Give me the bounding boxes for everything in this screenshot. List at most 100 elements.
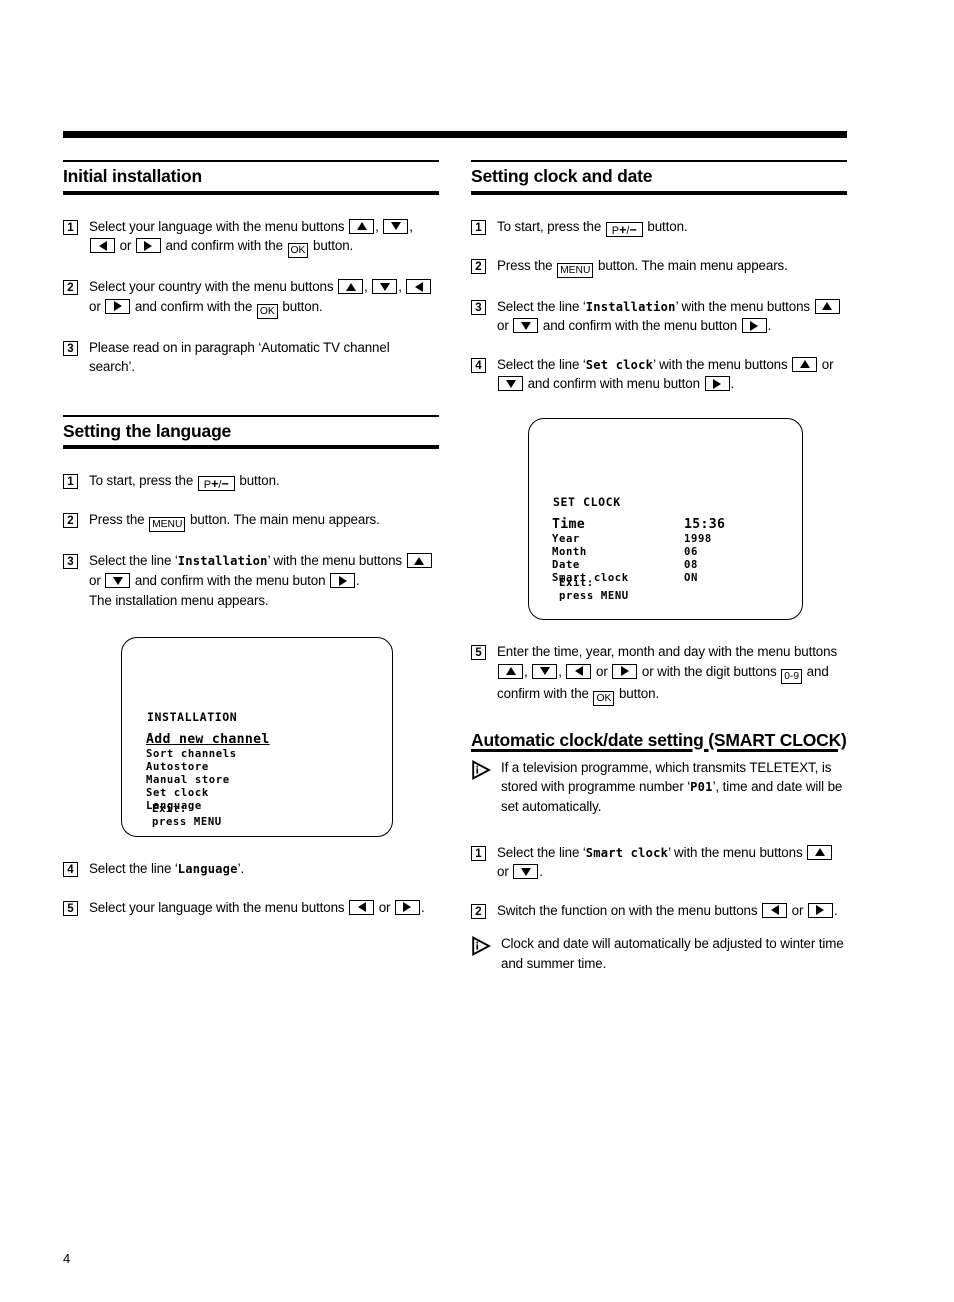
p-plus-minus-key-icon[interactable]: P+/− [605,221,643,237]
arrow-down-key-icon[interactable] [532,663,558,679]
osd-menu-item-highlighted[interactable]: Add new channel [146,732,270,748]
body-text-run: Select the line ‘ [497,298,586,314]
arrow-up-key-icon[interactable] [792,356,818,372]
body-text-run: , [398,279,406,295]
menu-key-icon[interactable]: MENU [557,262,594,278]
info-note: Clock and date will automatically be adj… [471,934,847,973]
osd-clock-row[interactable]: Month 06 [552,546,725,559]
osd-clock-row-label: Month [552,546,587,559]
step-number-badge: 3 [63,340,78,356]
arrow-left-key-icon[interactable] [566,663,592,679]
note-text: Clock and date will automatically be adj… [501,934,847,973]
arrow-right-key-icon[interactable] [741,318,767,334]
body-text-run: Select the line ‘ [497,356,586,372]
arrow-down-key-icon[interactable] [513,864,539,880]
arrow-down-key-icon[interactable] [105,573,131,589]
body-text-run: Press the [497,257,557,273]
body-text-run: button. [309,238,354,254]
body-text-run: Select your country with the menu button… [89,279,338,295]
arrow-down-key-icon[interactable] [372,279,398,295]
body-text-run: or [818,356,834,372]
step-number-badge: 2 [63,280,78,296]
osd-menu-item-label: Set clock [146,787,209,800]
arrow-right-key-icon[interactable] [807,902,833,918]
digit-keys-icon[interactable]: 0-9 [781,668,803,684]
arrow-left-key-icon[interactable] [406,279,432,295]
ok-key-icon[interactable]: OK [256,303,278,319]
arrow-left-key-icon[interactable] [762,902,788,918]
osd-menu-item-label: Sort channels [146,748,237,761]
body-text-run: button. [278,298,323,314]
osd-menu-item[interactable]: Set clock [146,787,270,800]
step-text: Press the MENU button. The main menu app… [497,256,847,278]
step-number-badge: 1 [63,219,78,235]
arrow-up-key-icon[interactable] [807,844,833,860]
arrow-up-key-icon[interactable] [498,663,523,679]
osd-clock-row-value: 06 [684,546,698,559]
osd-menu-item[interactable]: Autostore [146,761,270,774]
triangle-glyph [414,556,425,565]
body-text-run: , [558,663,566,679]
osd-clock-row[interactable]: Year 1998 [552,533,725,546]
triangle-glyph [414,281,423,292]
step-text: Enter the time, year, month and day with… [497,642,847,706]
arrow-left-key-icon[interactable] [349,899,375,915]
numbered-step: 3 Select the line ‘Installation’ with the… [63,551,439,610]
osd-clock-row-label: Date [552,558,580,571]
arrow-down-key-icon[interactable] [498,376,523,392]
step-number-badge: 3 [471,299,486,315]
osd-clock-row-label: Year [552,533,580,546]
step-number-badge: 4 [63,862,78,878]
arrow-up-key-icon[interactable] [406,553,432,569]
ok-key-icon[interactable]: OK [287,243,309,259]
osd-exit-line1: Exit: [559,577,594,590]
arrow-right-key-icon[interactable] [612,663,638,679]
arrow-up-key-icon[interactable] [338,279,364,295]
manual-page: Initial installation 1 Select your langua… [0,0,954,1302]
steps-setting-the-language: 1 To start, press the P+/− button. 2 Press … [63,471,439,610]
info-note: If a television programme, which transmi… [471,758,847,817]
arrow-right-key-icon[interactable] [704,376,730,392]
osd-clock-row-highlighted[interactable]: Time 15:36 [552,517,725,533]
triangle-glyph [620,666,629,677]
arrow-up-key-icon[interactable] [814,298,840,314]
osd-clock-row[interactable]: Date 08 [552,559,725,572]
body-text-run: . [767,318,772,334]
section-initial-installation: Initial installation 1 Select your langua… [63,160,439,377]
body-text-run: Select the line ‘ [497,844,586,860]
body-text-run: . [420,899,425,915]
arrow-down-key-icon[interactable] [513,318,539,334]
step-number-badge: 3 [63,554,78,570]
step-number-badge: 1 [471,845,486,861]
arrow-left-key-icon[interactable] [90,238,115,254]
step-text: Select your language with the menu butto… [89,217,439,259]
p-plus-minus-key-icon[interactable]: P+/− [197,476,235,492]
arrow-down-key-icon[interactable] [383,218,409,234]
two-column-layout: Initial installation 1 Select your langua… [63,160,847,973]
steps-smart-clock: 1 Select the line ‘Smart clock’ with the … [471,843,847,921]
arrow-right-key-icon[interactable] [105,298,131,314]
triangle-glyph [403,902,412,913]
osd-menu-item[interactable]: Manual store [146,774,270,787]
menu-item-name: Smart clock [585,845,669,860]
arrow-up-key-icon[interactable] [349,218,375,234]
arrow-right-key-icon[interactable] [330,573,356,589]
menu-item-name: Set clock [585,357,654,372]
step-number-badge: 1 [471,219,486,235]
arrow-right-key-icon[interactable] [394,899,420,915]
numbered-step: 1 Select your language with the menu butt… [63,217,439,259]
ok-key-icon[interactable]: OK [593,690,615,706]
arrow-right-key-icon[interactable] [135,238,161,254]
triangle-glyph [574,666,583,677]
body-text-run: , [364,279,372,295]
triangle-glyph [112,576,123,585]
body-text-run: Select the line ‘ [89,861,178,877]
body-text-run: and confirm with the menu buton [131,573,330,589]
note-winter-summer-time: Clock and date will automatically be adj… [471,934,847,973]
triangle-glyph [814,848,825,856]
body-text-run: , [524,663,532,679]
osd-menu-item[interactable]: Sort channels [146,748,270,761]
menu-key-icon[interactable]: MENU [149,517,186,533]
osd-clock-row-value: ON [684,571,698,584]
osd-exit-hint: Exit: press MENU [152,803,222,829]
